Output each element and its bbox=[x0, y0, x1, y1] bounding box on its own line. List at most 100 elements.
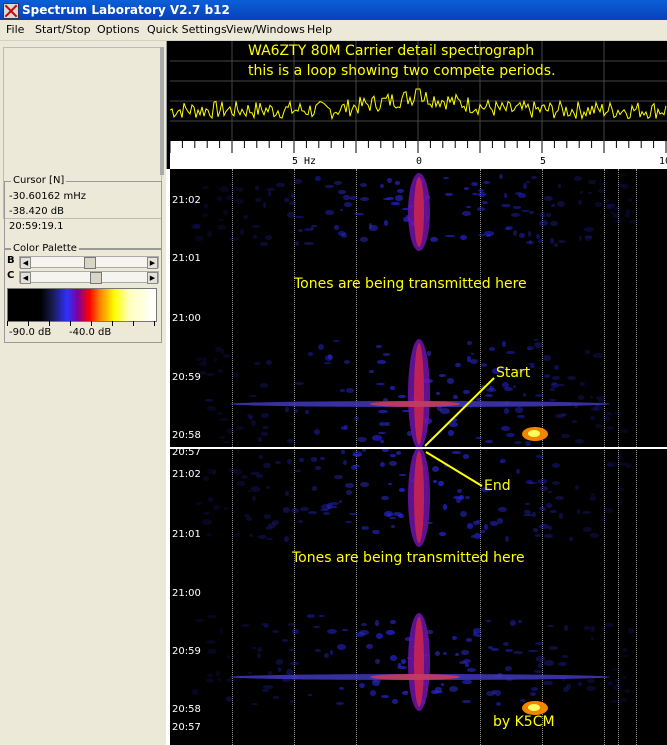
waterfall-signal bbox=[376, 360, 387, 364]
waterfall-signal bbox=[551, 462, 560, 468]
waterfall-signal bbox=[247, 489, 252, 493]
waterfall-signal bbox=[461, 699, 471, 704]
waterfall-signal bbox=[485, 393, 494, 397]
waterfall-signal bbox=[587, 179, 597, 183]
time-label-2101-a: 21:01 bbox=[172, 253, 201, 264]
waterfall-display[interactable] bbox=[170, 169, 667, 745]
waterfall-signal bbox=[314, 176, 322, 182]
waterfall-signal bbox=[285, 490, 289, 497]
waterfall-signal bbox=[207, 648, 217, 654]
waterfall-signal bbox=[194, 236, 204, 242]
waterfall-signal bbox=[251, 420, 257, 426]
contrast-left-arrow-icon[interactable]: ◀ bbox=[20, 272, 31, 284]
waterfall-signal bbox=[464, 663, 470, 667]
waterfall-signal bbox=[222, 354, 230, 359]
waterfall-signal bbox=[252, 235, 258, 239]
waterfall-signal bbox=[443, 651, 448, 655]
waterfall-signal bbox=[262, 689, 269, 692]
waterfall-signal bbox=[318, 615, 326, 618]
waterfall-signal bbox=[218, 219, 225, 222]
waterfall-signal bbox=[566, 375, 576, 381]
waterfall-signal bbox=[605, 623, 614, 628]
waterfall-signal bbox=[574, 484, 580, 491]
waterfall-signal bbox=[475, 633, 483, 637]
waterfall-signal bbox=[282, 507, 290, 513]
waterfall-signal bbox=[226, 428, 235, 434]
spectrum-title-line1: WA6ZTY 80M Carrier detail spectrograph bbox=[248, 43, 535, 59]
waterfall-signal bbox=[390, 202, 401, 205]
time-label-2100-b: 21:00 bbox=[172, 588, 201, 599]
menu-help[interactable]: Help bbox=[307, 20, 332, 40]
waterfall-signal bbox=[396, 188, 404, 193]
waterfall-signal bbox=[312, 485, 318, 492]
waterfall-signal bbox=[551, 480, 561, 486]
credit-label: by K5CM bbox=[493, 714, 555, 730]
brightness-slider-thumb[interactable] bbox=[84, 257, 96, 269]
waterfall-signal bbox=[196, 356, 202, 362]
waterfall-signal bbox=[204, 203, 208, 210]
waterfall-signal bbox=[511, 213, 521, 218]
menu-quick-settings[interactable]: Quick Settings bbox=[147, 20, 227, 40]
contrast-slider-thumb[interactable] bbox=[89, 272, 102, 284]
menu-options[interactable]: Options bbox=[97, 20, 139, 40]
waterfall-signal bbox=[509, 619, 516, 626]
time-label-2100-a: 21:00 bbox=[172, 313, 201, 324]
waterfall-signal bbox=[360, 196, 369, 201]
contrast-right-arrow-icon[interactable]: ▶ bbox=[147, 272, 158, 284]
waterfall-signal bbox=[344, 482, 355, 488]
panel-scrollbar[interactable] bbox=[160, 47, 164, 175]
waterfall-signal bbox=[515, 468, 521, 474]
brightness-right-arrow-icon[interactable]: ▶ bbox=[147, 257, 158, 269]
waterfall-signal bbox=[346, 490, 353, 496]
waterfall-signal bbox=[466, 340, 473, 345]
waterfall-signal bbox=[501, 425, 510, 432]
color-palette-gradient[interactable] bbox=[7, 288, 157, 322]
tones-annotation-1: Tones are being transmitted here bbox=[294, 276, 527, 292]
waterfall-signal bbox=[505, 225, 513, 230]
waterfall-signal bbox=[308, 693, 312, 697]
time-label-2101-b: 21:01 bbox=[172, 529, 201, 540]
waterfall-signal bbox=[300, 506, 309, 511]
menu-view-windows[interactable]: View/Windows bbox=[226, 20, 305, 40]
menu-bar: File Start/Stop Options Quick Settings V… bbox=[0, 20, 667, 41]
waterfall-signal bbox=[220, 435, 226, 439]
brightness-slider[interactable]: ◀ ▶ bbox=[19, 256, 159, 269]
app-icon[interactable] bbox=[3, 3, 19, 19]
waterfall-signal bbox=[290, 661, 300, 666]
waterfall-signal bbox=[503, 642, 510, 647]
waterfall-signal bbox=[438, 531, 447, 536]
waterfall-signal bbox=[584, 349, 590, 354]
waterfall-signal bbox=[528, 649, 538, 653]
waterfall-signal bbox=[251, 702, 259, 705]
waterfall-signal bbox=[254, 185, 259, 191]
waterfall-signal bbox=[580, 382, 586, 386]
frequency-axis[interactable]: 5 Hz 0 5 10 bbox=[170, 141, 667, 169]
menu-start-stop[interactable]: Start/Stop bbox=[35, 20, 91, 40]
waterfall-signal bbox=[533, 670, 542, 674]
waterfall-signal bbox=[532, 527, 538, 533]
waterfall-signal bbox=[576, 508, 581, 515]
waterfall-signal bbox=[226, 677, 237, 682]
waterfall-signal bbox=[549, 645, 558, 650]
waterfall-signal bbox=[535, 641, 545, 645]
waterfall-signal bbox=[569, 537, 573, 542]
waterfall-signal bbox=[315, 466, 322, 470]
cursor-group-title: Cursor [N] bbox=[11, 175, 67, 186]
waterfall-signal bbox=[512, 385, 516, 389]
waterfall-signal bbox=[304, 241, 314, 245]
waterfall-signal bbox=[229, 236, 239, 241]
spectrum-graph[interactable]: WA6ZTY 80M Carrier detail spectrograph t… bbox=[170, 41, 667, 141]
menu-file[interactable]: File bbox=[6, 20, 24, 40]
waterfall-signal bbox=[327, 628, 338, 634]
brightness-left-arrow-icon[interactable]: ◀ bbox=[20, 257, 31, 269]
waterfall-signal bbox=[261, 432, 269, 436]
waterfall-signal bbox=[202, 213, 209, 218]
waterfall-signal bbox=[329, 649, 334, 655]
waterfall-signal bbox=[449, 421, 458, 428]
waterfall-signal bbox=[438, 480, 445, 487]
contrast-slider[interactable]: ◀ ▶ bbox=[19, 271, 159, 284]
waterfall-signal bbox=[332, 339, 341, 343]
waterfall-signal bbox=[207, 468, 216, 475]
waterfall-signal bbox=[203, 512, 210, 516]
waterfall-signal bbox=[398, 473, 407, 476]
